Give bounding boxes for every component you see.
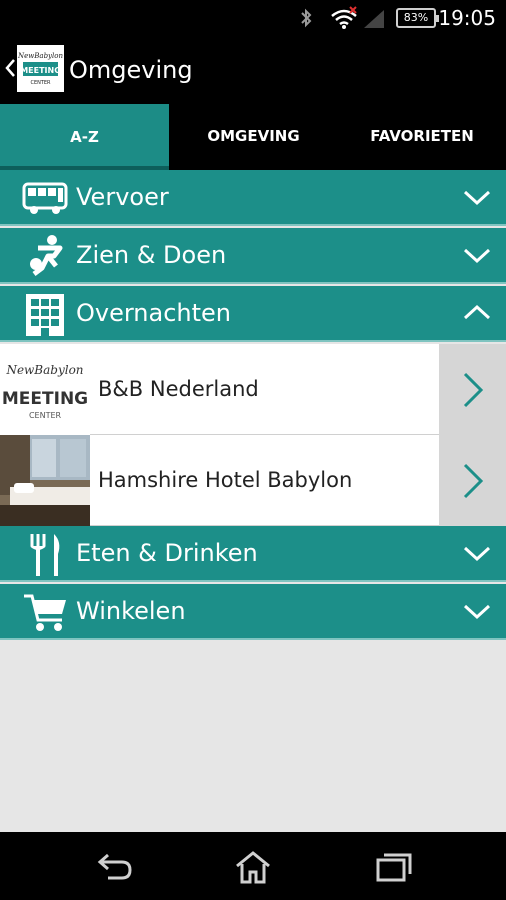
category-winkelen[interactable]: Winkelen (0, 584, 506, 640)
soccer-player-icon (30, 235, 63, 276)
category-label: Zien & Doen (76, 241, 227, 269)
signal-icon (364, 10, 384, 28)
svg-text:NewBabylon: NewBabylon (5, 363, 83, 377)
wifi-icon (331, 6, 357, 29)
list-item[interactable]: Hamshire Hotel Babylon (0, 435, 506, 526)
category-zien-doen[interactable]: Zien & Doen (0, 228, 506, 284)
app-logo[interactable]: NewBabylon MEETING CENTER (17, 45, 64, 92)
bluetooth-icon (301, 8, 312, 28)
list-item[interactable]: NewBabylon MEETING CENTER B&B Nederland (0, 344, 506, 435)
shopping-cart-icon (24, 594, 66, 631)
svg-text:MEETING: MEETING (2, 389, 88, 409)
svg-text:MEETING: MEETING (20, 66, 61, 75)
fork-knife-icon (30, 534, 60, 576)
category-overnachten[interactable]: Overnachten (0, 286, 506, 342)
item-detail-button[interactable] (439, 435, 506, 526)
chevron-down-icon[interactable] (462, 242, 492, 268)
home-icon[interactable] (233, 850, 273, 884)
category-label: Eten & Drinken (76, 539, 258, 567)
status-bar: 83% 19:05 (0, 0, 506, 36)
page-title: Omgeving (69, 56, 193, 84)
chevron-down-icon[interactable] (462, 598, 492, 624)
tab-a-z[interactable]: A-Z (0, 102, 169, 170)
recent-apps-icon[interactable] (374, 850, 414, 884)
tab-omgeving[interactable]: OMGEVING (169, 102, 338, 170)
category-vervoer[interactable]: Vervoer (0, 170, 506, 226)
chevron-down-icon[interactable] (462, 184, 492, 210)
chevron-right-icon (463, 463, 484, 499)
meeting-center-thumbnail: NewBabylon MEETING CENTER (0, 344, 90, 435)
battery-indicator: 83% (396, 8, 439, 28)
action-bar: NewBabylon MEETING CENTER Omgeving (0, 36, 506, 102)
chevron-down-icon[interactable] (462, 540, 492, 566)
chevron-up-icon[interactable] (462, 300, 492, 326)
tab-favorieten[interactable]: FAVORIETEN (338, 102, 506, 170)
category-label: Winkelen (76, 597, 186, 625)
bus-icon (22, 182, 68, 214)
category-eten-drinken[interactable]: Eten & Drinken (0, 526, 506, 582)
tab-bar: A-Z OMGEVING FAVORIETEN (0, 102, 506, 170)
item-label: Hamshire Hotel Babylon (98, 468, 353, 492)
category-label: Vervoer (76, 183, 169, 211)
back-icon[interactable] (94, 850, 134, 884)
item-detail-button[interactable] (439, 344, 506, 435)
svg-text:CENTER: CENTER (30, 80, 51, 86)
clock: 19:05 (438, 6, 496, 30)
system-nav-bar (0, 832, 506, 900)
building-icon (26, 294, 64, 336)
item-label: B&B Nederland (98, 377, 259, 401)
svg-text:NewBabylon: NewBabylon (17, 52, 63, 60)
meeting-center-logo: NewBabylon MEETING CENTER (17, 52, 63, 86)
svg-text:CENTER: CENTER (29, 411, 62, 420)
hotel-room-thumbnail (0, 435, 90, 526)
category-label: Overnachten (76, 299, 232, 327)
back-chevron-icon[interactable] (4, 56, 16, 80)
chevron-right-icon (463, 372, 484, 408)
